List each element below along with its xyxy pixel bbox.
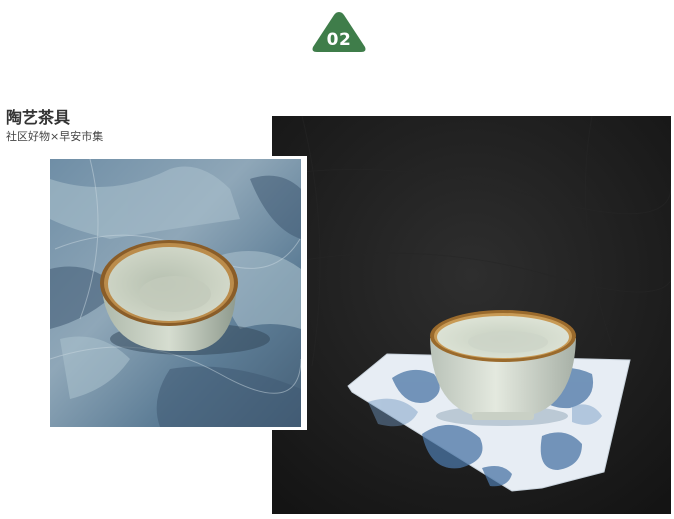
section-number-badge: 02	[311, 10, 367, 54]
product-photo-blue-cloth	[47, 156, 307, 430]
page-subtitle: 社区好物×早安市集	[6, 130, 104, 143]
product-photo-dark	[272, 116, 671, 514]
section-number: 02	[326, 30, 352, 50]
page-title: 陶艺茶具	[6, 108, 71, 127]
